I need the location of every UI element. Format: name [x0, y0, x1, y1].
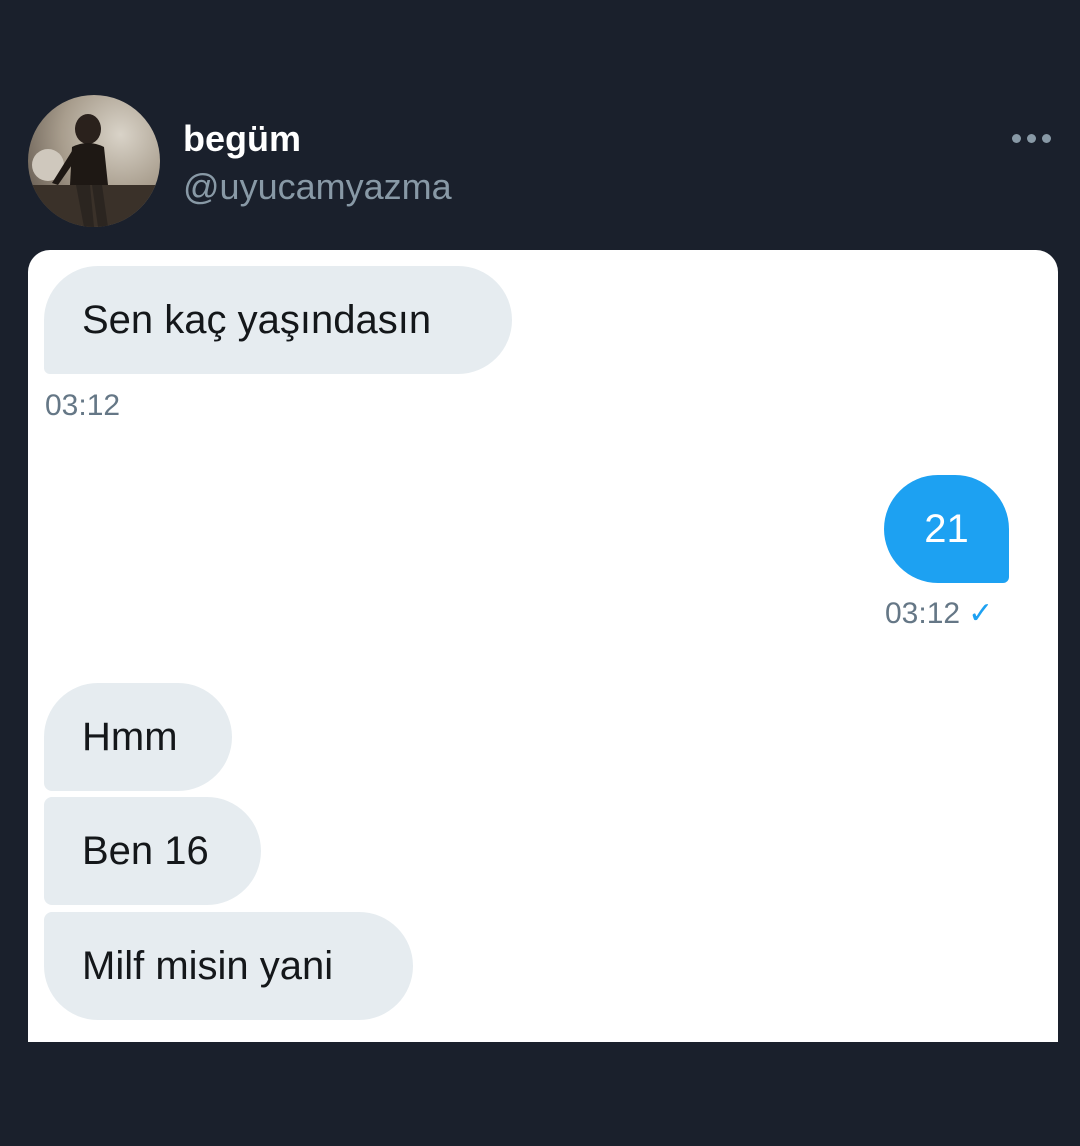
received-message-bubble[interactable]: Milf misin yani [44, 912, 413, 1020]
more-dot [1012, 133, 1021, 143]
avatar[interactable] [28, 95, 160, 227]
checkmark-icon: ✓ [968, 597, 994, 630]
message-timestamp: 03:12 [45, 389, 121, 422]
message-text: Ben 16 [82, 828, 209, 873]
received-message-bubble[interactable]: Hmm [44, 683, 232, 791]
display-name: begüm [183, 118, 302, 159]
message-text: Sen kaç yaşındasın [82, 297, 432, 342]
sent-timestamp: 03:12 ✓ [885, 596, 993, 631]
user-handle: @uyucamyazma [183, 166, 452, 207]
message-thread: Sen kaç yaşındasın 03:12 21 03:12 ✓ Hmm B… [28, 250, 1058, 1042]
more-dot [1027, 133, 1036, 143]
message-text: Hmm [82, 714, 178, 759]
conversation-header: begüm @uyucamyazma [0, 0, 1080, 250]
received-message-bubble[interactable]: Sen kaç yaşındasın [44, 266, 512, 374]
person-photo-icon [28, 114, 160, 227]
sent-message-bubble[interactable]: 21 [884, 475, 1009, 583]
message-text: Milf misin yani [82, 943, 334, 988]
more-horizontal-icon[interactable] [1012, 128, 1054, 148]
received-message-bubble[interactable]: Ben 16 [44, 797, 261, 905]
message-timestamp: 03:12 [885, 597, 961, 630]
more-dot [1042, 133, 1051, 143]
message-text: 21 [924, 506, 969, 551]
